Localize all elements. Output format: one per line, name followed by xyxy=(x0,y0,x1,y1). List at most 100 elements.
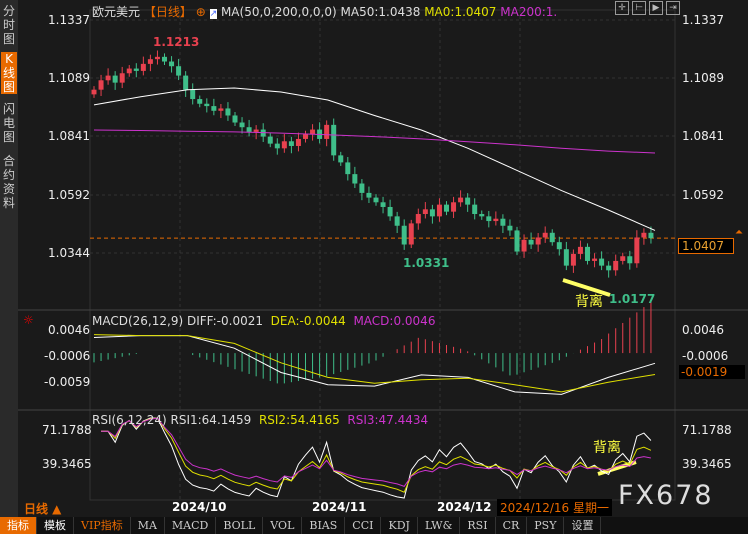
candle-body xyxy=(563,249,569,266)
toolbar-kdj[interactable]: KDJ xyxy=(381,517,418,534)
candle-body xyxy=(352,174,358,184)
candle-body xyxy=(415,214,421,224)
kline-chart[interactable] xyxy=(0,0,748,534)
macd-tick: -0.0006 xyxy=(44,349,91,363)
candle-body xyxy=(444,204,449,212)
candle-body xyxy=(436,204,442,217)
period-selector[interactable]: 日线 ▲ xyxy=(24,500,61,517)
candle-body xyxy=(458,197,464,203)
candle-body xyxy=(542,232,548,238)
candle-body xyxy=(401,225,407,245)
macd-tick: -0.0006 xyxy=(682,349,729,363)
toolbar-psy[interactable]: PSY xyxy=(527,517,565,534)
rsi1-value: RSI1:64.1459 xyxy=(170,413,252,427)
candle-body xyxy=(345,162,351,175)
macd-diff-line xyxy=(93,335,656,395)
play-icon[interactable]: ▶ xyxy=(649,1,663,15)
indicator-settings-icon[interactable]: ☼ xyxy=(23,313,34,327)
candle-body xyxy=(408,223,414,245)
toolbar-lw[interactable]: LW& xyxy=(418,517,461,534)
toolbar-rsi[interactable]: RSI xyxy=(460,517,496,534)
candle-body xyxy=(176,66,182,76)
candle-body xyxy=(147,59,153,64)
rsi2-value: RSI2:54.4165 xyxy=(258,413,340,427)
candle-body xyxy=(126,68,132,74)
candle-body xyxy=(288,141,294,146)
candle-body xyxy=(366,192,372,198)
toolbar-cr[interactable]: CR xyxy=(496,517,528,534)
toolbar-macd[interactable]: MACD xyxy=(165,517,217,534)
toolbar-vol[interactable]: VOL xyxy=(263,517,303,534)
candle-body xyxy=(507,225,513,231)
toolbar-cci[interactable]: CCI xyxy=(345,517,382,534)
candle-body xyxy=(267,136,273,144)
watermark-logo: FX678 xyxy=(618,480,714,511)
candle-body xyxy=(514,230,520,252)
symbol-name: 欧元美元 xyxy=(92,5,141,19)
divergence-label-rsi: 背离 xyxy=(593,440,621,456)
candle-body xyxy=(577,246,583,254)
candle-body xyxy=(303,134,308,139)
macd-params[interactable]: MACD(26,12,9) xyxy=(92,314,183,328)
macd-tick: 0.0046 xyxy=(682,323,724,337)
ma200-line xyxy=(93,129,656,154)
rsi-tick: 71.1788 xyxy=(682,423,732,437)
candle-body xyxy=(613,260,619,271)
candle-body xyxy=(98,80,104,90)
price-tick: 1.0344 xyxy=(48,246,90,260)
candle-body xyxy=(422,209,428,215)
candle-body xyxy=(606,265,612,271)
rsi-params[interactable]: RSI(6,12,24) xyxy=(92,413,167,427)
candle-body xyxy=(169,61,175,67)
candle-body xyxy=(295,138,301,146)
toolbar-boll[interactable]: BOLL xyxy=(216,517,264,534)
period-label[interactable]: 【日线】 xyxy=(144,5,192,19)
crosshair-icon[interactable]: ⊕ xyxy=(196,5,206,19)
crosshair-tool-icon[interactable]: ✛ xyxy=(615,1,629,15)
macd-tick: 0.0046 xyxy=(48,323,90,337)
candle-body xyxy=(162,56,167,62)
candle-body xyxy=(648,232,654,239)
candle-body xyxy=(641,232,647,238)
rsi-tick: 39.3465 xyxy=(682,457,732,471)
toolbar-settings[interactable]: 设置 xyxy=(564,517,602,534)
ma-params[interactable]: MA(50,0,200,0,0,0) xyxy=(221,5,337,19)
toolbar-ma[interactable]: MA xyxy=(131,517,165,534)
toolbar-vip[interactable]: VIP指标 xyxy=(74,517,131,534)
candle-body xyxy=(585,246,590,261)
rsi-tick: 71.1788 xyxy=(42,423,92,437)
candle-body xyxy=(592,258,598,261)
divergence-label: 背离 xyxy=(575,294,603,310)
candle-body xyxy=(190,89,196,100)
toolbar-indicators[interactable]: 指标 xyxy=(0,517,37,534)
candle-body xyxy=(521,239,527,252)
candle-body xyxy=(570,253,576,266)
macd-tick: -0.0059 xyxy=(44,375,91,389)
current-price-label: 1.0407 xyxy=(678,238,734,254)
candle-body xyxy=(359,183,365,193)
toolbar-templates[interactable]: 模板 xyxy=(37,517,74,534)
jump-end-icon[interactable]: ⇥ xyxy=(666,1,680,15)
ma50-line xyxy=(93,87,656,231)
candle-body xyxy=(105,75,111,81)
scroll-top-icon[interactable]: ⏶ xyxy=(735,227,743,238)
rsi1-line xyxy=(101,417,652,499)
candle-body xyxy=(324,124,330,139)
high-annotation: 1.1213 xyxy=(153,35,200,49)
price-tick: 1.1337 xyxy=(48,13,90,27)
price-tick: 1.0592 xyxy=(48,188,90,202)
toolbar-bias[interactable]: BIAS xyxy=(302,517,346,534)
indicator-chart-icon[interactable]: ↗ xyxy=(209,9,218,19)
candle-body xyxy=(627,256,633,264)
candle-body xyxy=(486,216,492,222)
candle-body xyxy=(112,75,118,83)
candle-body xyxy=(535,237,541,245)
cursor-date: 2024/12/16 星期一 xyxy=(497,499,612,516)
candle-body xyxy=(197,99,203,104)
candle-body xyxy=(528,239,534,245)
candle-body xyxy=(429,209,435,217)
zoom-start-icon[interactable]: ⊢ xyxy=(632,1,646,15)
low-annotation: 1.0331 xyxy=(403,256,450,270)
candle-body xyxy=(281,141,287,149)
rsi-legend: RSI(6,12,24) RSI1:64.1459 RSI2:54.4165 R… xyxy=(92,413,428,427)
